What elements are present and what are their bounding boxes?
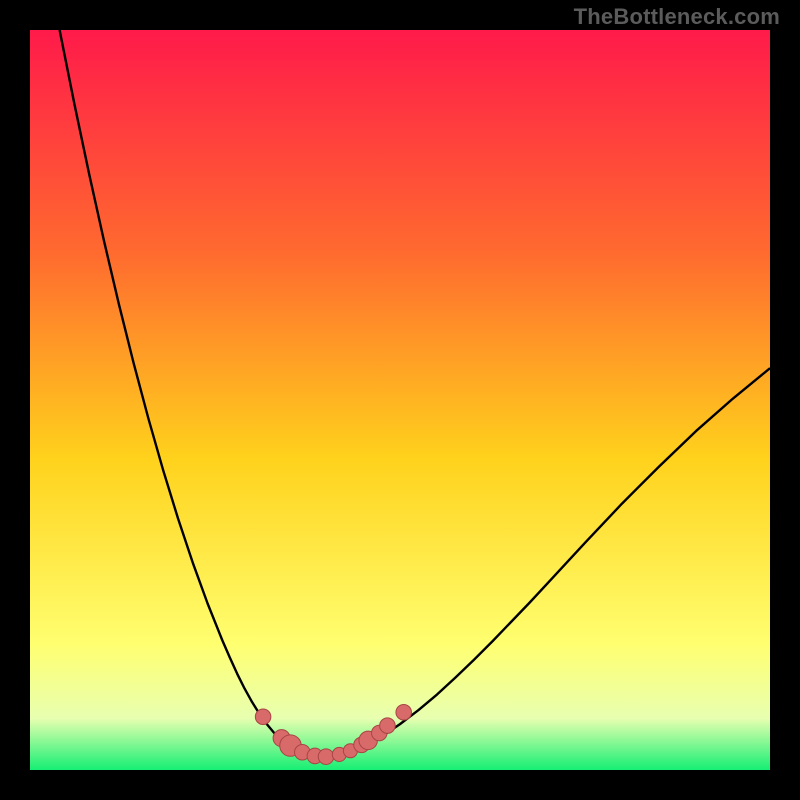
- plot-area: [30, 30, 770, 770]
- marker-point: [396, 705, 412, 721]
- marker-point: [318, 749, 334, 765]
- marker-point: [380, 718, 396, 734]
- gradient-background: [30, 30, 770, 770]
- outer-frame: TheBottleneck.com: [0, 0, 800, 800]
- marker-point: [255, 709, 271, 725]
- chart-svg: [30, 30, 770, 770]
- watermark-text: TheBottleneck.com: [574, 4, 780, 30]
